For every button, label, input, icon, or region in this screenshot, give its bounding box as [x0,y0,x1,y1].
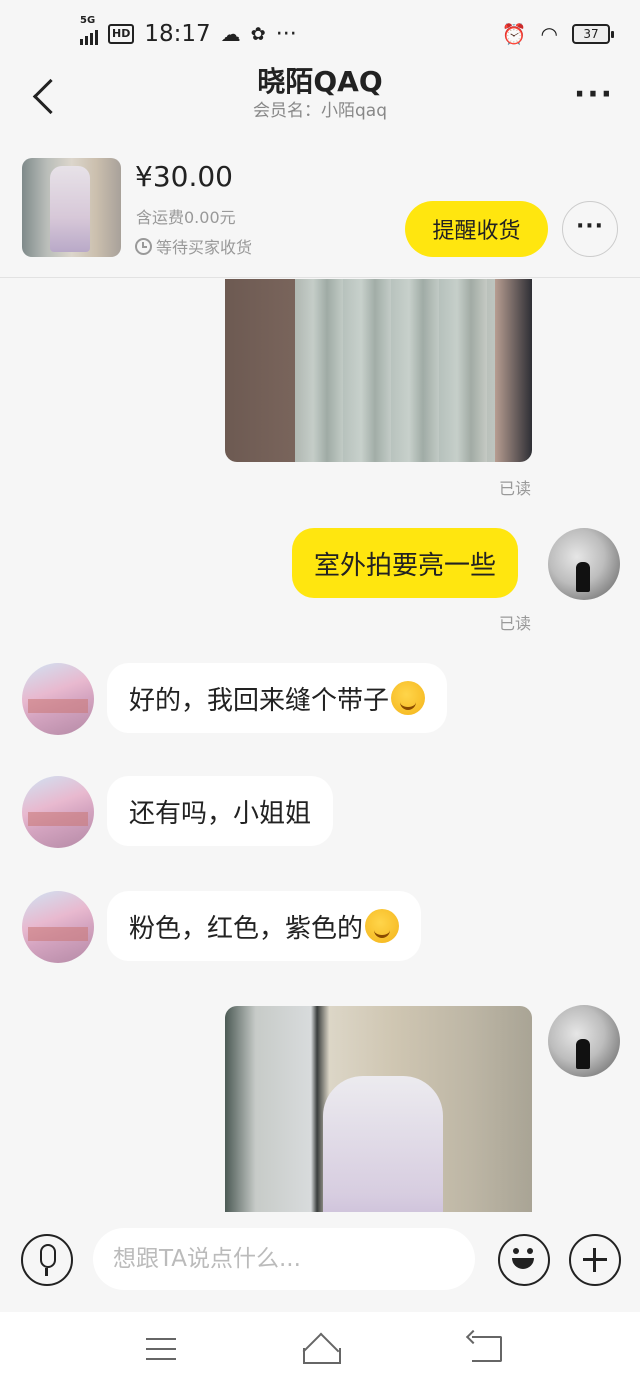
my-avatar[interactable] [548,1005,620,1077]
my-avatar[interactable] [548,528,620,600]
network-label: 5G [80,15,96,26]
message-input[interactable] [93,1228,475,1290]
product-thumbnail-figure [50,166,90,252]
alarm-icon: ⏰ [501,22,527,46]
product-thumbnail[interactable] [22,158,121,257]
chat-area[interactable]: 已读 室外拍要亮一些 已读 好的，我回来缝个带子 还有吗，小姐姐 粉色，红色，紫… [0,279,640,1212]
smile-emoji-icon [365,909,400,943]
smile-emoji-icon [391,681,426,715]
cloud-icon: ☁ [220,22,241,46]
message-bubble-received[interactable]: 好的，我回来缝个带子 [107,663,448,733]
hd-icon: HD [108,24,135,44]
home-icon[interactable] [300,1334,341,1364]
chat-header: 晓陌QAQ 会员名：小陌qaq ··· [0,58,640,138]
clock-icon [135,237,152,255]
message-bubble-sent[interactable]: 室外拍要亮一些 [292,528,519,598]
product-price: ¥30.00 [135,160,233,193]
product-bar: ¥30.00 含运费0.00元 等待买家收货 提醒收货 ··· [0,140,640,278]
sent-photo[interactable] [225,279,532,462]
remind-receipt-button[interactable]: 提醒收货 [405,201,548,257]
member-name: 会员名：小陌qaq [253,101,387,121]
message-bubble-received[interactable]: 还有吗，小姐姐 [107,776,334,846]
message-text: 好的，我回来缝个带子 [129,685,390,716]
message-bubble-received[interactable]: 粉色，红色，紫色的 [107,891,422,961]
add-attachment-button[interactable] [569,1234,621,1286]
read-receipt: 已读 [499,479,532,498]
battery-level: 37 [583,27,599,41]
photo-mannequin [323,1076,443,1212]
status-left: 5G HD 18:17 ☁ ✿ ··· [80,15,297,47]
message-text: 粉色，红色，紫色的 [129,913,364,944]
shipping-fee: 含运费0.00元 [136,208,236,227]
system-nav-bar [0,1312,640,1387]
read-receipt: 已读 [499,614,532,633]
order-status: 等待买家收货 [135,234,252,258]
chat-app-icon: ✿ [250,23,266,45]
recent-apps-icon[interactable] [146,1338,176,1360]
back-nav-icon[interactable] [472,1336,502,1362]
contact-avatar[interactable] [22,663,94,735]
battery-icon: 37 [572,24,614,44]
signal-icon: 5G [80,15,98,45]
more-notifications-icon: ··· [275,21,297,47]
contact-avatar[interactable] [22,776,94,848]
voice-input-button[interactable] [21,1234,73,1286]
sent-photo[interactable] [225,1006,532,1212]
input-bar [0,1212,640,1312]
order-status-text: 等待买家收货 [156,238,253,257]
chat-title: 晓陌QAQ [257,65,383,98]
product-more-button[interactable]: ··· [562,201,618,257]
status-right: ⏰ ◠ 37 [501,22,614,46]
more-options-button[interactable]: ··· [572,80,616,116]
contact-avatar[interactable] [22,891,94,963]
status-time: 18:17 [144,21,211,47]
wifi-icon: ◠ [540,22,558,46]
emoji-button[interactable] [498,1234,550,1286]
photo-fabric [295,279,495,462]
